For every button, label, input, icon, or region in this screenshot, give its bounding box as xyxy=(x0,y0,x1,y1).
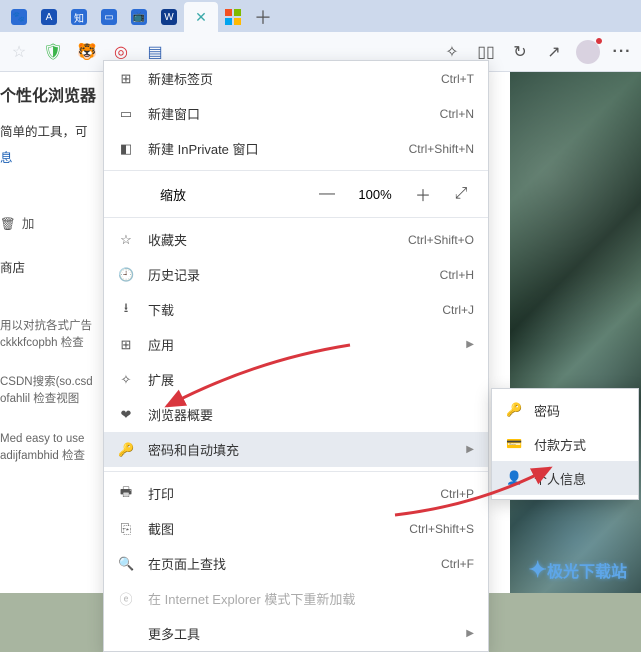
menu-separator xyxy=(104,217,488,218)
chevron-right-icon: ▶ xyxy=(466,339,474,350)
page-line: 简单的工具，可 xyxy=(0,122,120,142)
search-icon: 🔍 xyxy=(118,556,134,572)
submenu-personal-info[interactable]: 👤 个人信息 xyxy=(492,461,638,495)
tiger-icon[interactable]: 🐯 xyxy=(74,39,100,65)
menu-ie-mode: ⓔ 在 Internet Explorer 模式下重新加载 xyxy=(104,581,488,616)
menu-zoom-row: 缩放 — 100% ＋ ⤢ xyxy=(104,175,488,213)
profile-avatar[interactable] xyxy=(575,39,601,65)
menu-find[interactable]: 🔍 在页面上查找 Ctrl+F xyxy=(104,546,488,581)
trash-icon: 🗑 xyxy=(0,214,16,234)
page-line: 息 xyxy=(0,148,120,168)
submenu-passwords[interactable]: 🔑 密码 xyxy=(492,393,638,427)
tab-site6[interactable]: W xyxy=(154,2,184,32)
menu-apps[interactable]: ⊞ 应用 ▶ xyxy=(104,327,488,362)
submenu-label: 个人信息 xyxy=(534,469,586,488)
history-icon[interactable]: ↻ xyxy=(507,39,533,65)
shield-icon[interactable]: 🛡 xyxy=(40,39,66,65)
page-title: 个性化浏览器 xyxy=(0,84,120,110)
download-icon: ⭳ xyxy=(118,299,134,321)
tab-baidu[interactable]: 🐾 xyxy=(4,2,34,32)
menu-new-window[interactable]: ▭ 新建窗口 Ctrl+N xyxy=(104,96,488,131)
chevron-right-icon: ▶ xyxy=(466,444,474,455)
ie-icon: ⓔ xyxy=(118,589,134,608)
add-favorite-label: 加 xyxy=(22,214,35,234)
menu-new-tab[interactable]: ⊞ 新建标签页 Ctrl+T xyxy=(104,61,488,96)
tab-add-button[interactable]: ＋ xyxy=(248,2,278,32)
menu-more-tools[interactable]: 更多工具 ▶ xyxy=(104,616,488,651)
submenu-label: 密码 xyxy=(534,401,560,420)
key-icon: 🔑 xyxy=(506,402,522,418)
tab-site4[interactable]: ▭ xyxy=(94,2,124,32)
zoom-out-button[interactable]: — xyxy=(314,181,340,207)
new-tab-icon: ⊞ xyxy=(118,71,134,87)
menu-passwords-autofill[interactable]: 🔑 密码和自动填充 ▶ xyxy=(104,432,488,467)
menu-new-inprivate[interactable]: ◧ 新建 InPrivate 窗口 Ctrl+Shift+N xyxy=(104,131,488,166)
watermark: ✦极光下载站 xyxy=(529,557,627,583)
apps-icon: ⊞ xyxy=(118,337,134,353)
settings-menu: ⊞ 新建标签页 Ctrl+T ▭ 新建窗口 Ctrl+N ◧ 新建 InPriv… xyxy=(103,60,489,652)
new-window-icon: ▭ xyxy=(118,106,134,122)
store-label: 商店 xyxy=(0,258,120,278)
fullscreen-button[interactable]: ⤢ xyxy=(448,181,474,207)
menu-extensions[interactable]: ✧ 扩展 xyxy=(104,362,488,397)
text-block: CSDN搜索(so.csd ofahlil 检查视图 xyxy=(0,374,120,409)
tab-microsoft[interactable] xyxy=(218,2,248,32)
more-menu-button[interactable]: ··· xyxy=(609,39,635,65)
chevron-right-icon: ▶ xyxy=(466,628,474,639)
tab-strip: 🐾 A 知 ▭ 📺 W ✕ ＋ xyxy=(0,0,641,32)
menu-print[interactable]: 🖶 打印 Ctrl+P xyxy=(104,476,488,511)
menu-separator xyxy=(104,471,488,472)
tab-site2[interactable]: A xyxy=(34,2,64,32)
key-icon: 🔑 xyxy=(118,442,134,458)
clock-icon: 🕘 xyxy=(118,267,134,283)
tab-zhihu[interactable]: 知 xyxy=(64,2,94,32)
favorite-star-icon[interactable]: ☆ xyxy=(6,39,32,65)
text-block: 用以对抗各式广告 ckkkfcopbh 检查 xyxy=(0,318,120,353)
menu-screenshot[interactable]: ⎘ 截图 Ctrl+Shift+S xyxy=(104,511,488,546)
submenu-label: 付款方式 xyxy=(534,435,586,454)
printer-icon: 🖶 xyxy=(118,483,134,505)
pulse-icon: ❤ xyxy=(118,407,134,423)
menu-history[interactable]: 🕘 历史记录 Ctrl+H xyxy=(104,257,488,292)
inprivate-icon: ◧ xyxy=(118,141,134,157)
add-favorite-row[interactable]: 🗑 加 xyxy=(0,214,120,234)
menu-favorites[interactable]: ☆ 收藏夹 Ctrl+Shift+O xyxy=(104,222,488,257)
menu-browser-essentials[interactable]: ❤ 浏览器概要 xyxy=(104,397,488,432)
menu-downloads[interactable]: ⭳ 下载 Ctrl+J xyxy=(104,292,488,327)
tab-active[interactable]: ✕ xyxy=(184,2,218,32)
puzzle-icon: ✧ xyxy=(118,372,134,388)
submenu-payment[interactable]: 💳 付款方式 xyxy=(492,427,638,461)
tab-site5[interactable]: 📺 xyxy=(124,2,154,32)
card-icon: 💳 xyxy=(506,436,522,452)
share-icon[interactable]: ↗ xyxy=(541,39,567,65)
screenshot-icon: ⎘ xyxy=(118,521,134,537)
person-icon: 👤 xyxy=(506,470,522,486)
star-icon: ☆ xyxy=(118,232,134,248)
menu-separator xyxy=(104,170,488,171)
zoom-percent: 100% xyxy=(352,187,398,202)
zoom-in-button[interactable]: ＋ xyxy=(410,181,436,207)
text-block: Med easy to use adijfambhid 检查 xyxy=(0,431,120,466)
desktop-background: ✦极光下载站 xyxy=(510,72,641,593)
passwords-submenu: 🔑 密码 💳 付款方式 👤 个人信息 xyxy=(491,388,639,500)
